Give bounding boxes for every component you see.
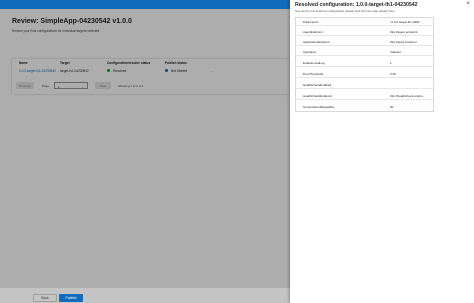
property-value: 0.35 [390,72,396,77]
property-key: EnableLocalLog [303,61,325,66]
property-row: HealthCheckEndpoint http://healthcheck.e… [296,92,435,100]
property-key: AppName [303,50,317,55]
property-row: HealthCheckEnabled [296,81,435,89]
property-row: ApplicationEndpoint http://app1.endpoint [296,38,435,46]
property-value: Vodcast [390,50,401,55]
panel-subtitle: See all the CF defined configuration det… [295,9,395,13]
property-key: AgentEndpoint [303,30,323,35]
property-row: TemperatureRangeMax 50 [296,103,435,111]
property-value: v1.0.0-target-lh1-0482 [390,20,420,25]
property-value: 50 [390,105,394,110]
property-key: TemperatureRangeMax [303,105,335,110]
property-value: http://agent.endpoint [390,30,418,35]
properties-table: Parameters v1.0.0-target-lh1-0482 AgentE… [295,17,435,112]
property-value: http://app1.endpoint [390,40,417,45]
property-key: Parameters [303,20,319,25]
property-row: AgentEndpoint http://agent.endpoint [296,28,435,36]
property-key: HealthCheckEndpoint [303,94,333,99]
modal-overlay[interactable] [0,9,290,303]
property-key: ErrorThreshold [303,72,324,77]
property-key: ApplicationEndpoint [303,40,330,45]
property-value: 1 [390,61,392,66]
resolved-configuration-panel: Resolved configuration: 1.0.0-target-lh1… [290,0,474,303]
property-key: HealthCheckEnabled [303,83,332,88]
publish-button[interactable]: Publish [59,294,83,302]
footer-bar: Back Publish [0,288,290,303]
property-row: ErrorThreshold 0.35 [296,70,435,78]
property-row: AppName Vodcast [296,48,435,56]
back-button[interactable]: Back [33,294,57,302]
property-row: EnableLocalLog 1 [296,59,435,67]
property-row: Parameters v1.0.0-target-lh1-0482 [296,18,435,26]
close-icon[interactable]: × [466,1,470,7]
panel-title: Resolved configuration: 1.0.0-target-lh1… [295,2,418,8]
property-value: http://healthcheck.endpo... [390,94,426,99]
